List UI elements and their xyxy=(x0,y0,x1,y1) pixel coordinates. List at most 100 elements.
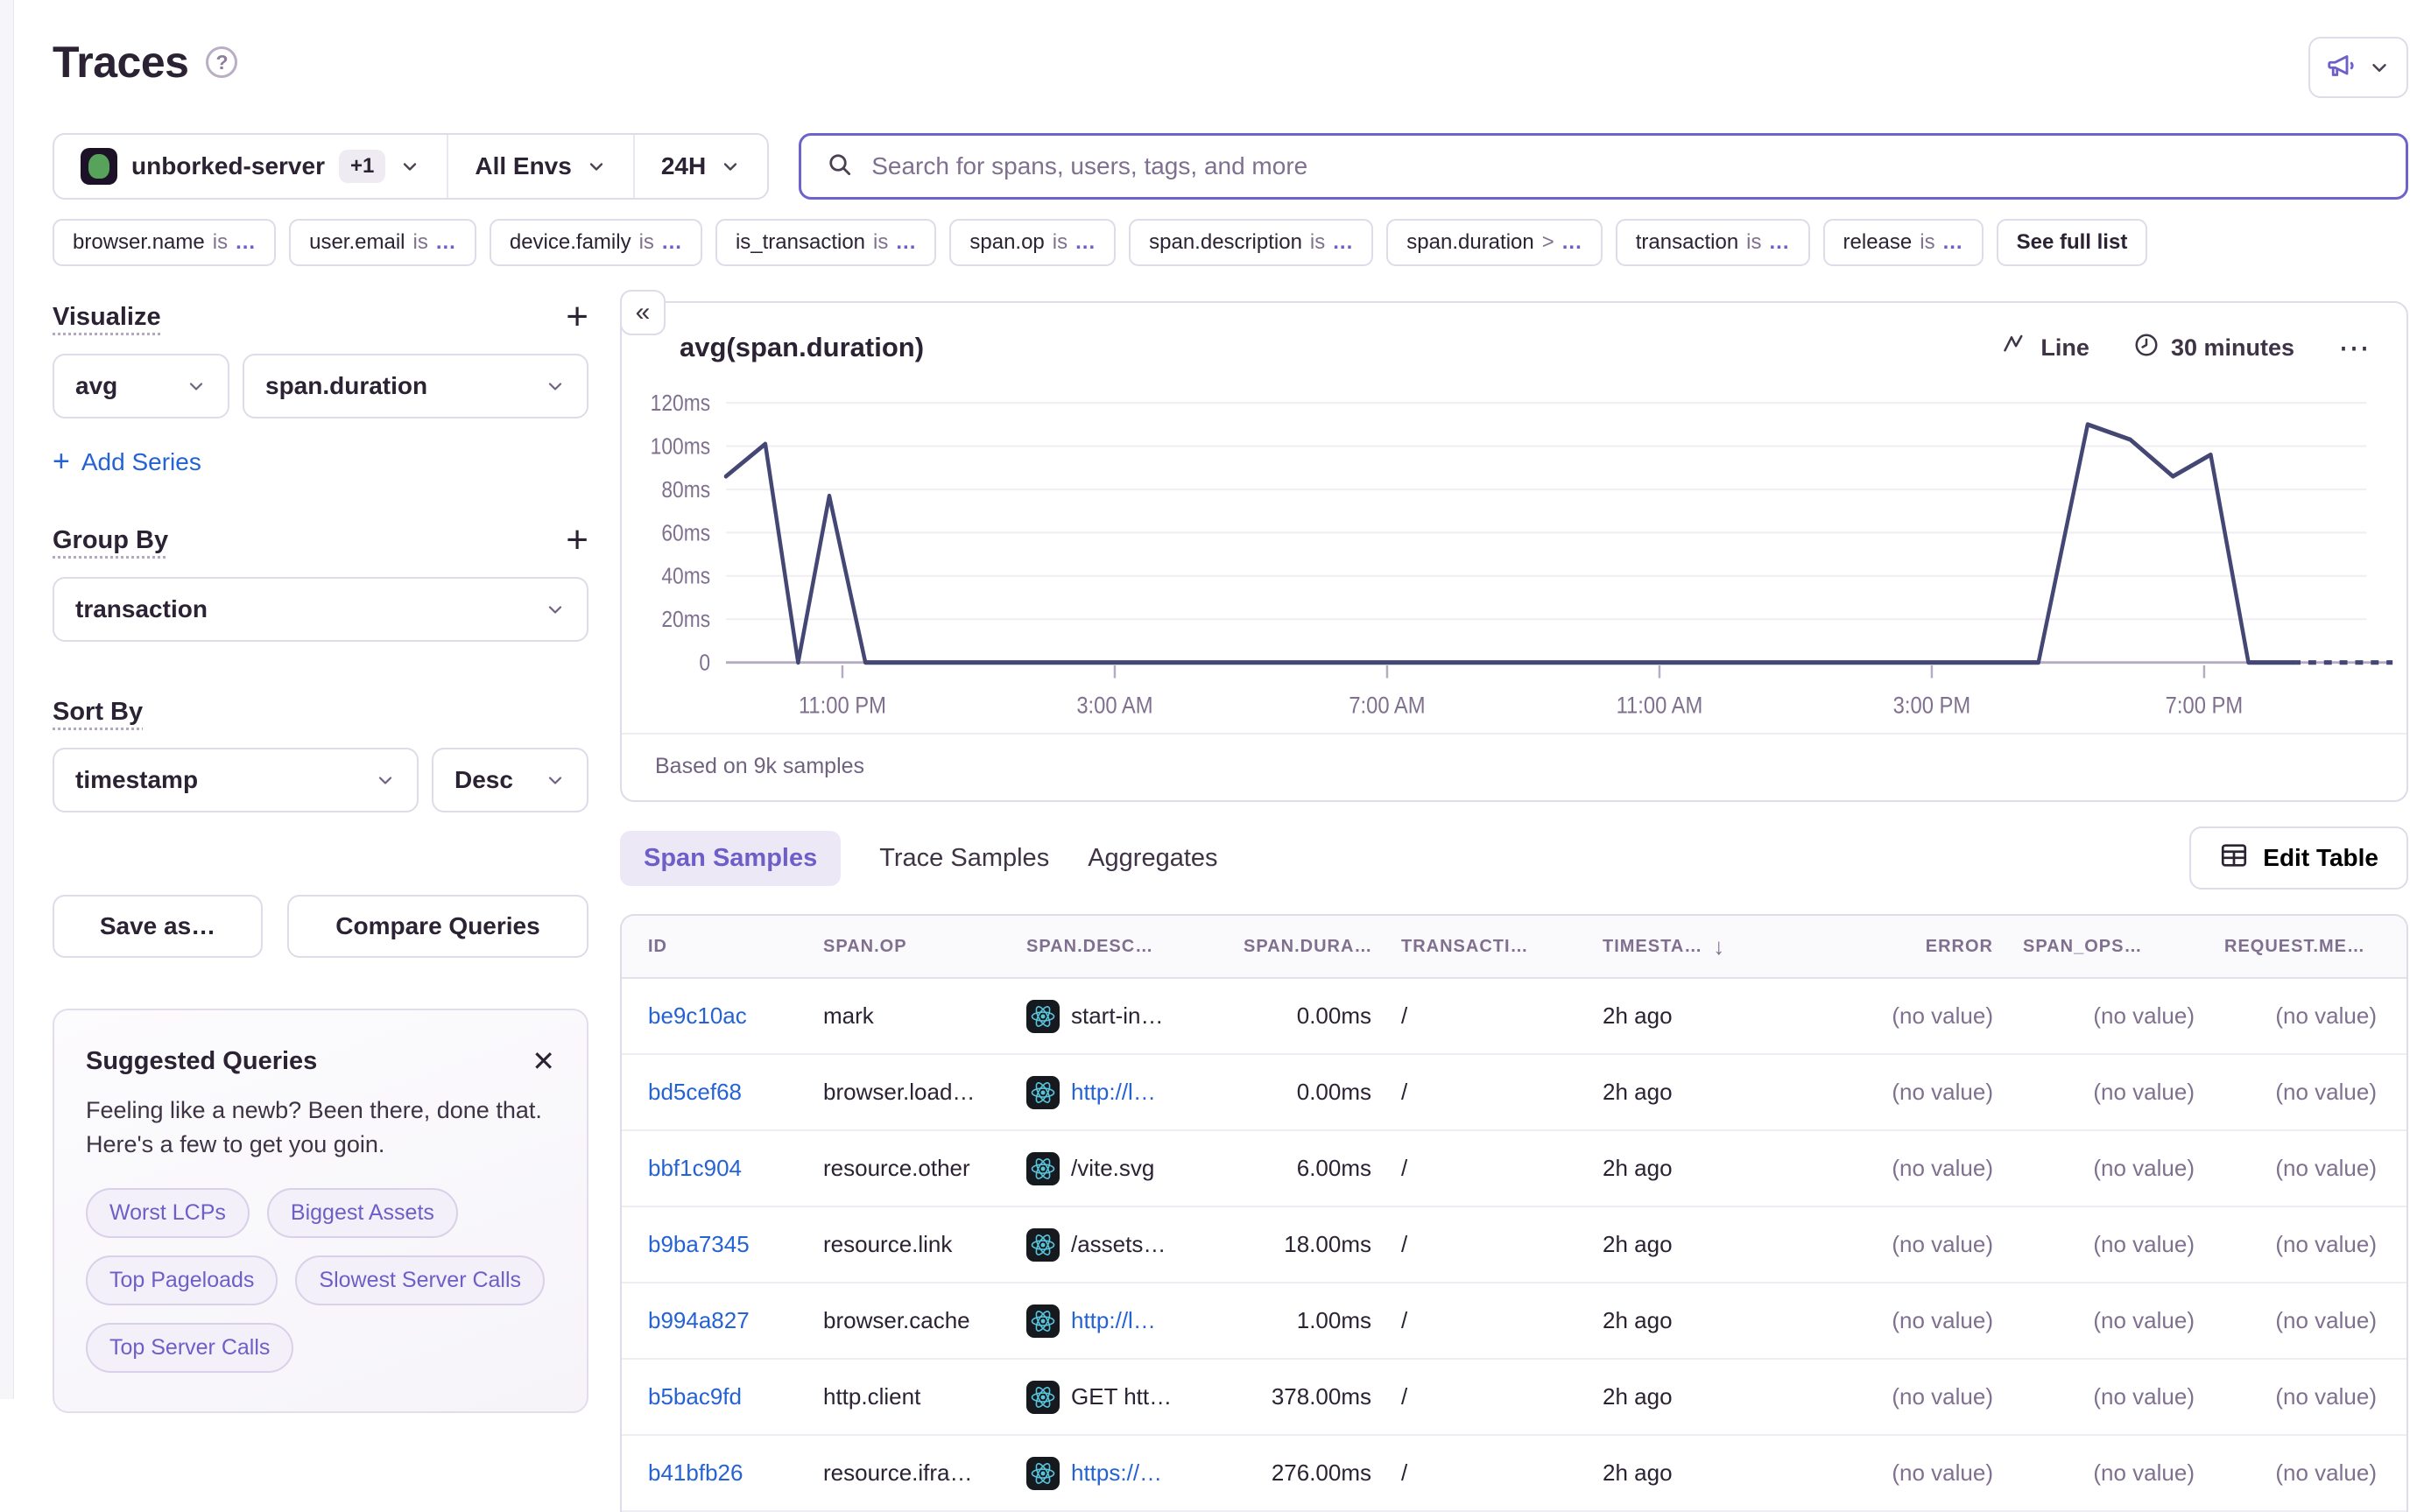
filter-chip[interactable]: transactionis... xyxy=(1616,219,1810,266)
time-range-value: 24H xyxy=(661,152,706,180)
span-description-link[interactable]: http://l… xyxy=(1071,1307,1156,1334)
timestamp-value[interactable]: 2h ago xyxy=(1603,1383,1673,1410)
span-id-link[interactable]: b994a827 xyxy=(648,1307,750,1333)
span-id-link[interactable]: bd5cef68 xyxy=(648,1079,742,1105)
filter-chip-value: ... xyxy=(1333,230,1353,255)
span-id-link[interactable]: b5bac9fd xyxy=(648,1383,742,1410)
transaction-cell: / xyxy=(1401,1002,1603,1030)
filter-chip[interactable]: span.opis... xyxy=(949,219,1116,266)
react-platform-icon xyxy=(1026,1076,1060,1109)
more-options-icon[interactable]: ⋯ xyxy=(2338,329,2371,366)
suggested-query-chip[interactable]: Top Pageloads xyxy=(86,1255,278,1305)
add-visualize-button[interactable]: + xyxy=(566,301,588,333)
span-id-link[interactable]: bbf1c904 xyxy=(648,1155,742,1181)
span-description-cell: GET htt… xyxy=(1026,1381,1244,1414)
column-header[interactable]: REQUEST.ME… xyxy=(2224,937,2406,957)
span-description-cell: https://… xyxy=(1026,1457,1244,1490)
tab-trace-samples[interactable]: Trace Samples xyxy=(879,844,1049,873)
aggregate-select[interactable]: avg xyxy=(53,354,229,418)
filter-chip-value: ... xyxy=(896,230,916,255)
span-id-link[interactable]: be9c10ac xyxy=(648,1002,747,1029)
filter-chip[interactable]: span.duration>... xyxy=(1386,219,1602,266)
filter-chip[interactable]: releaseis... xyxy=(1823,219,1984,266)
request-method-cell: (no value) xyxy=(2224,1231,2406,1258)
filter-chip-key: span.description xyxy=(1149,230,1302,255)
timestamp-value[interactable]: 2h ago xyxy=(1603,1307,1673,1333)
see-full-list-button[interactable]: See full list xyxy=(1997,219,2148,266)
svg-text:0: 0 xyxy=(699,651,710,676)
suggested-query-chip[interactable]: Worst LCPs xyxy=(86,1188,250,1238)
filter-chip[interactable]: span.descriptionis... xyxy=(1129,219,1373,266)
error-cell: (no value) xyxy=(1822,1002,2023,1030)
filter-chip[interactable]: device.familyis... xyxy=(490,219,702,266)
add-group-by-button[interactable]: + xyxy=(566,524,588,556)
filter-chip-value: ... xyxy=(662,230,682,255)
column-header[interactable]: SPAN.DESC… xyxy=(1026,937,1244,957)
page-filters: unborked-server +1 All Envs 24H xyxy=(53,133,769,200)
span-description-text: /assets… xyxy=(1071,1231,1166,1258)
filter-chip-value: ... xyxy=(1943,230,1963,255)
svg-text:11:00 PM: 11:00 PM xyxy=(799,693,886,719)
request-method-cell: (no value) xyxy=(2224,1079,2406,1106)
collapse-sidebar-button[interactable]: « xyxy=(620,290,666,335)
interval-selector[interactable]: 30 minutes xyxy=(2133,332,2294,364)
span-duration-line-chart[interactable]: 020ms40ms60ms80ms100ms120ms11:00 PM3:00 … xyxy=(622,369,2406,733)
filter-chip[interactable]: user.emailis... xyxy=(289,219,476,266)
project-selector[interactable]: unborked-server +1 xyxy=(54,135,447,198)
close-icon[interactable]: ✕ xyxy=(532,1047,555,1075)
span-op-cell: http.client xyxy=(823,1383,1026,1410)
attribute-select[interactable]: span.duration xyxy=(243,354,588,418)
time-range-selector[interactable]: 24H xyxy=(633,135,767,198)
column-header[interactable]: ID xyxy=(648,937,823,957)
column-header[interactable]: TIMESTA…↓ xyxy=(1603,933,1822,960)
timestamp-cell: 2h ago xyxy=(1603,1079,1822,1106)
timestamp-value[interactable]: 2h ago xyxy=(1603,1002,1673,1029)
suggested-query-chip[interactable]: Biggest Assets xyxy=(267,1188,458,1238)
add-series-button[interactable]: + Add Series xyxy=(53,445,588,479)
timestamp-cell: 2h ago xyxy=(1603,1459,1822,1487)
timestamp-value[interactable]: 2h ago xyxy=(1603,1079,1673,1105)
span-op-cell: resource.ifra… xyxy=(823,1459,1026,1487)
chart-panel: avg(span.duration) Line 30 m xyxy=(620,301,2408,802)
span-description-link[interactable]: http://l… xyxy=(1071,1079,1156,1106)
suggested-query-chip[interactable]: Slowest Server Calls xyxy=(295,1255,545,1305)
chart-type-toggle[interactable]: Line xyxy=(2003,332,2089,364)
filter-chip[interactable]: is_transactionis... xyxy=(715,219,936,266)
span-op-cell: browser.cache xyxy=(823,1307,1026,1334)
sort-field-select[interactable]: timestamp xyxy=(53,748,419,812)
column-header[interactable]: SPAN.DURA… xyxy=(1244,937,1401,957)
compare-queries-button[interactable]: Compare Queries xyxy=(287,895,588,958)
table-row: bd5cef68browser.load…http://l…0.00ms/2h … xyxy=(622,1055,2406,1131)
edit-table-button[interactable]: Edit Table xyxy=(2189,826,2408,890)
group-by-label: Group By xyxy=(53,526,168,555)
whats-new-button[interactable] xyxy=(2308,37,2408,98)
span-op-cell: mark xyxy=(823,1002,1026,1030)
span-id-cell: bd5cef68 xyxy=(648,1079,823,1106)
sort-direction-select[interactable]: Desc xyxy=(432,748,588,812)
span-id-link[interactable]: b9ba7345 xyxy=(648,1231,750,1257)
filter-chip[interactable]: browser.nameis... xyxy=(53,219,276,266)
span-duration-cell: 1.00ms xyxy=(1244,1307,1401,1334)
suggested-query-chip[interactable]: Top Server Calls xyxy=(86,1323,293,1373)
column-header[interactable]: ERROR xyxy=(1822,937,2023,957)
environment-selector[interactable]: All Envs xyxy=(447,135,632,198)
group-by-select[interactable]: transaction xyxy=(53,577,588,642)
column-header[interactable]: SPAN.OP xyxy=(823,937,1026,957)
span-description-link[interactable]: https://… xyxy=(1071,1459,1162,1487)
tab-aggregates[interactable]: Aggregates xyxy=(1088,844,1217,873)
search-input[interactable] xyxy=(871,152,2381,180)
column-header[interactable]: TRANSACTI… xyxy=(1401,937,1603,957)
filter-chip-value: ... xyxy=(436,230,456,255)
help-icon[interactable]: ? xyxy=(206,46,237,78)
tab-span-samples[interactable]: Span Samples xyxy=(620,831,841,886)
filter-chip-key: span.duration xyxy=(1406,230,1533,255)
clock-icon xyxy=(2133,332,2160,364)
span-id-link[interactable]: b41bfb26 xyxy=(648,1459,743,1486)
svg-text:7:00 PM: 7:00 PM xyxy=(2166,693,2244,719)
suggested-queries-text: Feeling like a newb? Been there, done th… xyxy=(86,1094,555,1162)
timestamp-value[interactable]: 2h ago xyxy=(1603,1459,1673,1486)
save-as-button[interactable]: Save as… xyxy=(53,895,263,958)
timestamp-value[interactable]: 2h ago xyxy=(1603,1231,1673,1257)
column-header[interactable]: SPAN_OPS… xyxy=(2023,937,2224,957)
timestamp-value[interactable]: 2h ago xyxy=(1603,1155,1673,1181)
